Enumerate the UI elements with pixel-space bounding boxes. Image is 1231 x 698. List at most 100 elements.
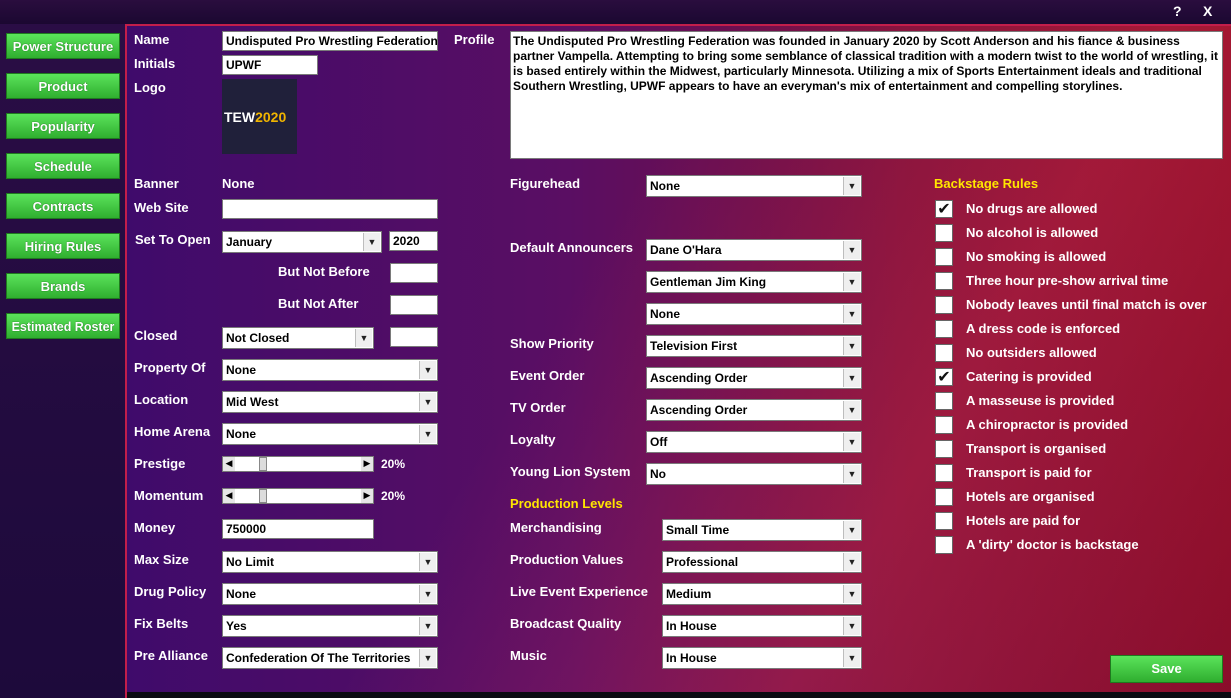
- music-value: In House: [666, 651, 717, 665]
- not-before-input[interactable]: [390, 263, 438, 283]
- nav-product[interactable]: Product: [6, 73, 120, 99]
- rule-checkbox[interactable]: [935, 464, 953, 482]
- rule-checkbox[interactable]: [935, 224, 953, 242]
- nav-power-structure[interactable]: Power Structure: [6, 33, 120, 59]
- rule-checkbox[interactable]: [935, 392, 953, 410]
- property-of-select[interactable]: None ▼: [222, 359, 438, 381]
- open-month-select[interactable]: January ▼: [222, 231, 382, 253]
- production-values-select[interactable]: Professional ▼: [662, 551, 862, 573]
- prestige-slider[interactable]: ◀ ▶: [222, 456, 374, 472]
- profile-textarea[interactable]: The Undisputed Pro Wrestling Federation …: [510, 31, 1223, 159]
- chevron-down-icon: ▼: [419, 649, 436, 667]
- chevron-down-icon: ▼: [419, 585, 436, 603]
- chevron-down-icon: ▼: [843, 433, 860, 451]
- not-after-input[interactable]: [390, 295, 438, 315]
- arrow-left-icon[interactable]: ◀: [223, 457, 235, 471]
- event-order-select[interactable]: Ascending Order ▼: [646, 367, 862, 389]
- rule-checkbox[interactable]: [935, 536, 953, 554]
- event-order-value: Ascending Order: [650, 371, 748, 385]
- show-priority-label: Show Priority: [510, 336, 594, 351]
- broadcast-quality-select[interactable]: In House ▼: [662, 615, 862, 637]
- nav-hiring-rules[interactable]: Hiring Rules: [6, 233, 120, 259]
- rule-checkbox[interactable]: [935, 344, 953, 362]
- broadcast-quality-label: Broadcast Quality: [510, 616, 622, 631]
- young-lion-select[interactable]: No ▼: [646, 463, 862, 485]
- sidebar: Power Structure Product Popularity Sched…: [0, 24, 125, 698]
- rule-checkbox[interactable]: ✔: [935, 200, 953, 218]
- tv-order-select[interactable]: Ascending Order ▼: [646, 399, 862, 421]
- website-input[interactable]: [222, 199, 438, 219]
- announcer-1-select[interactable]: Dane O'Hara ▼: [646, 239, 862, 261]
- location-select[interactable]: Mid West ▼: [222, 391, 438, 413]
- announcer-3-select[interactable]: None ▼: [646, 303, 862, 325]
- rule-checkbox[interactable]: [935, 248, 953, 266]
- arrow-right-icon[interactable]: ▶: [361, 489, 373, 503]
- website-label: Web Site: [134, 200, 189, 215]
- loyalty-label: Loyalty: [510, 432, 556, 447]
- logo-image[interactable]: TEW2020: [222, 79, 297, 154]
- merchandising-select[interactable]: Small Time ▼: [662, 519, 862, 541]
- figurehead-select[interactable]: None ▼: [646, 175, 862, 197]
- arrow-right-icon[interactable]: ▶: [361, 457, 373, 471]
- checkmark-icon: ✔: [937, 367, 951, 386]
- rule-checkbox[interactable]: [935, 296, 953, 314]
- closed-value: Not Closed: [226, 331, 290, 345]
- rule-checkbox[interactable]: [935, 512, 953, 530]
- young-lion-value: No: [650, 467, 666, 481]
- name-input[interactable]: Undisputed Pro Wrestling Federation: [222, 31, 438, 51]
- nav-estimated-roster[interactable]: Estimated Roster: [6, 313, 120, 339]
- nav-brands[interactable]: Brands: [6, 273, 120, 299]
- nav-contracts[interactable]: Contracts: [6, 193, 120, 219]
- nav-schedule[interactable]: Schedule: [6, 153, 120, 179]
- logo-text: TEW2020: [224, 109, 287, 125]
- nav-popularity[interactable]: Popularity: [6, 113, 120, 139]
- closed-date-input[interactable]: [390, 327, 438, 347]
- profile-label: Profile: [454, 32, 495, 47]
- drug-policy-select[interactable]: None ▼: [222, 583, 438, 605]
- drug-policy-value: None: [226, 587, 256, 601]
- merchandising-value: Small Time: [666, 523, 730, 537]
- prestige-value: 20%: [381, 457, 406, 471]
- set-to-open-label: Set To Open: [135, 232, 211, 247]
- pre-alliance-select[interactable]: Confederation Of The Territories ▼: [222, 647, 438, 669]
- close-button[interactable]: X: [1203, 3, 1212, 19]
- show-priority-select[interactable]: Television First ▼: [646, 335, 862, 357]
- fix-belts-select[interactable]: Yes ▼: [222, 615, 438, 637]
- announcer-2-select[interactable]: Gentleman Jim King ▼: [646, 271, 862, 293]
- not-after-label: But Not After: [278, 296, 359, 311]
- money-label: Money: [134, 520, 176, 535]
- chevron-down-icon: ▼: [419, 617, 436, 635]
- live-event-select[interactable]: Medium ▼: [662, 583, 862, 605]
- help-button[interactable]: ?: [1173, 3, 1182, 19]
- chevron-down-icon: ▼: [355, 329, 372, 347]
- loyalty-select[interactable]: Off ▼: [646, 431, 862, 453]
- rule-checkbox[interactable]: [935, 416, 953, 434]
- chevron-down-icon: ▼: [419, 425, 436, 443]
- rule-label: No smoking is allowed: [966, 249, 1107, 264]
- slider-thumb[interactable]: [258, 489, 267, 503]
- closed-select[interactable]: Not Closed ▼: [222, 327, 374, 349]
- momentum-slider[interactable]: ◀ ▶: [222, 488, 374, 504]
- home-arena-select[interactable]: None ▼: [222, 423, 438, 445]
- banner-label: Banner: [134, 176, 179, 191]
- save-button[interactable]: Save: [1110, 655, 1223, 683]
- initials-input[interactable]: UPWF: [222, 55, 318, 75]
- music-select[interactable]: In House ▼: [662, 647, 862, 669]
- rule-checkbox[interactable]: [935, 440, 953, 458]
- money-input[interactable]: 750000: [222, 519, 374, 539]
- open-year-input[interactable]: 2020: [389, 231, 438, 251]
- rule-checkbox[interactable]: ✔: [935, 368, 953, 386]
- loyalty-value: Off: [650, 435, 668, 449]
- rule-checkbox[interactable]: [935, 272, 953, 290]
- rule-checkbox[interactable]: [935, 320, 953, 338]
- max-size-select[interactable]: No Limit ▼: [222, 551, 438, 573]
- chevron-down-icon: ▼: [843, 553, 860, 571]
- music-label: Music: [510, 648, 547, 663]
- pre-alliance-value: Confederation Of The Territories: [226, 651, 411, 665]
- slider-thumb[interactable]: [258, 457, 267, 471]
- not-before-label: But Not Before: [278, 264, 370, 279]
- rule-checkbox[interactable]: [935, 488, 953, 506]
- arrow-left-icon[interactable]: ◀: [223, 489, 235, 503]
- home-arena-label: Home Arena: [134, 424, 211, 439]
- announcer-1-value: Dane O'Hara: [650, 243, 722, 257]
